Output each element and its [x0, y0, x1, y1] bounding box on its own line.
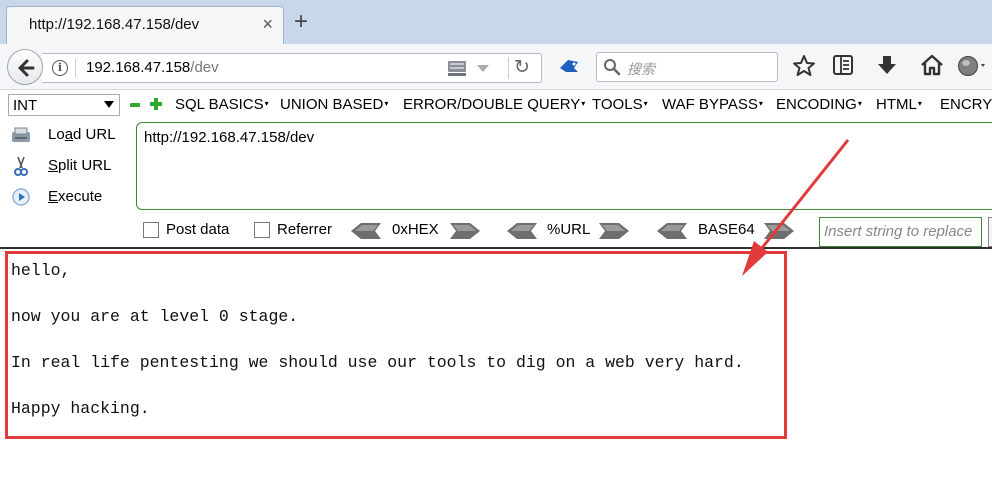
replace-with-input[interactable]: [988, 217, 992, 247]
menu-html[interactable]: HTML▾: [876, 96, 922, 113]
type-select[interactable]: INT: [8, 94, 120, 116]
new-tab-button[interactable]: +: [294, 8, 308, 36]
tab-strip: http://192.168.47.158/dev × +: [0, 0, 992, 44]
menu-arrow-icon: ▾: [643, 99, 648, 108]
url-text[interactable]: 192.168.47.158/dev: [86, 59, 219, 76]
base64-decode-arrow-icon[interactable]: [657, 223, 687, 239]
navigation-bar: i 192.168.47.158/dev ↻ 搜索: [0, 44, 992, 90]
menu-arrow-icon: ▾: [581, 99, 586, 108]
menu-arrow-icon: ▾: [917, 99, 922, 108]
url-decode-arrow-icon[interactable]: [507, 223, 537, 239]
split-url-button[interactable]: Split URL: [10, 153, 125, 179]
split-url-label: Split URL: [48, 157, 112, 174]
load-url-button[interactable]: Load URL: [10, 122, 125, 148]
search-box[interactable]: 搜索: [596, 52, 778, 82]
base64-label: BASE64: [698, 221, 755, 238]
chevron-down-icon: [104, 101, 114, 108]
replace-string-placeholder: Insert string to replace: [824, 223, 973, 240]
menu-sql-basics[interactable]: SQL BASICS▾: [175, 96, 269, 113]
menu-arrow-icon: ▾: [857, 99, 862, 108]
back-arrow-icon: [18, 59, 35, 77]
execute-button[interactable]: Execute: [10, 184, 125, 210]
menu-waf-bypass[interactable]: WAF BYPASS▾: [662, 96, 763, 113]
url-separator-2: [508, 57, 509, 79]
scissors-icon: [14, 156, 28, 176]
url-path: /dev: [190, 59, 219, 76]
load-url-icon: [12, 127, 30, 142]
tab-title: http://192.168.47.158/dev: [29, 16, 200, 33]
bookmark-star-icon[interactable]: [792, 54, 816, 78]
type-select-value: INT: [13, 97, 38, 114]
url-host: 192.168.47.158: [86, 59, 191, 76]
hex-label: 0xHEX: [392, 221, 439, 238]
search-placeholder: 搜索: [627, 61, 655, 77]
url-encoding-label: %URL: [547, 221, 591, 238]
reload-icon[interactable]: ↻: [514, 56, 530, 79]
tab-close-icon[interactable]: ×: [262, 14, 273, 35]
url-encode-arrow-icon[interactable]: [599, 223, 629, 239]
highlight-box: [5, 251, 787, 439]
back-button[interactable]: [7, 49, 43, 85]
home-icon[interactable]: [920, 54, 944, 76]
profile-globe-icon[interactable]: [957, 54, 987, 78]
replace-string-input[interactable]: Insert string to replace: [819, 217, 982, 247]
hackbar-url-value: http://192.168.47.158/dev: [144, 129, 315, 146]
hackbar-toolbar: Post data Referrer 0xHEX %URL BASE64 Ins…: [0, 217, 992, 247]
menu-encoding[interactable]: ENCODING▾: [776, 96, 862, 113]
download-icon[interactable]: [876, 54, 898, 76]
post-data-checkbox[interactable]: [143, 222, 159, 238]
menu-arrow-icon: ▾: [384, 99, 389, 108]
hackbar-menu: INT SQL BASICS▾ UNION BASED▾ ERROR/DOUBL…: [0, 91, 992, 119]
execute-label: Execute: [48, 188, 103, 205]
load-url-label: Load URL: [48, 126, 116, 143]
url-bar[interactable]: i 192.168.47.158/dev ↻: [42, 53, 542, 83]
plus-icon[interactable]: [150, 98, 162, 110]
base64-encode-arrow-icon[interactable]: [764, 223, 794, 239]
hackbar-panel: INT SQL BASICS▾ UNION BASED▾ ERROR/DOUBL…: [0, 91, 992, 248]
minus-icon[interactable]: [130, 103, 140, 107]
play-icon: [12, 188, 30, 206]
hackbar-url-textarea[interactable]: http://192.168.47.158/dev: [136, 122, 992, 210]
search-icon: [604, 59, 621, 76]
addon-bird-icon[interactable]: [558, 56, 582, 76]
server-dropdown-icon[interactable]: [446, 58, 502, 78]
hex-decode-arrow-icon[interactable]: [351, 223, 381, 239]
referrer-label[interactable]: Referrer: [277, 221, 332, 238]
menu-encryption[interactable]: ENCRYPTION: [940, 96, 992, 113]
referrer-checkbox[interactable]: [254, 222, 270, 238]
menu-arrow-icon: ▾: [264, 99, 269, 108]
menu-tools[interactable]: TOOLS▾: [592, 96, 648, 113]
browser-tab[interactable]: http://192.168.47.158/dev ×: [6, 6, 284, 44]
menu-union-based[interactable]: UNION BASED▾: [280, 96, 388, 113]
hex-encode-arrow-icon[interactable]: [450, 223, 480, 239]
menu-arrow-icon: ▾: [758, 99, 763, 108]
reading-list-icon[interactable]: [832, 54, 854, 76]
site-info-icon[interactable]: i: [52, 60, 68, 76]
url-separator: [75, 59, 76, 77]
post-data-label[interactable]: Post data: [166, 221, 229, 238]
menu-error-double-query[interactable]: ERROR/DOUBLE QUERY▾: [403, 96, 585, 113]
